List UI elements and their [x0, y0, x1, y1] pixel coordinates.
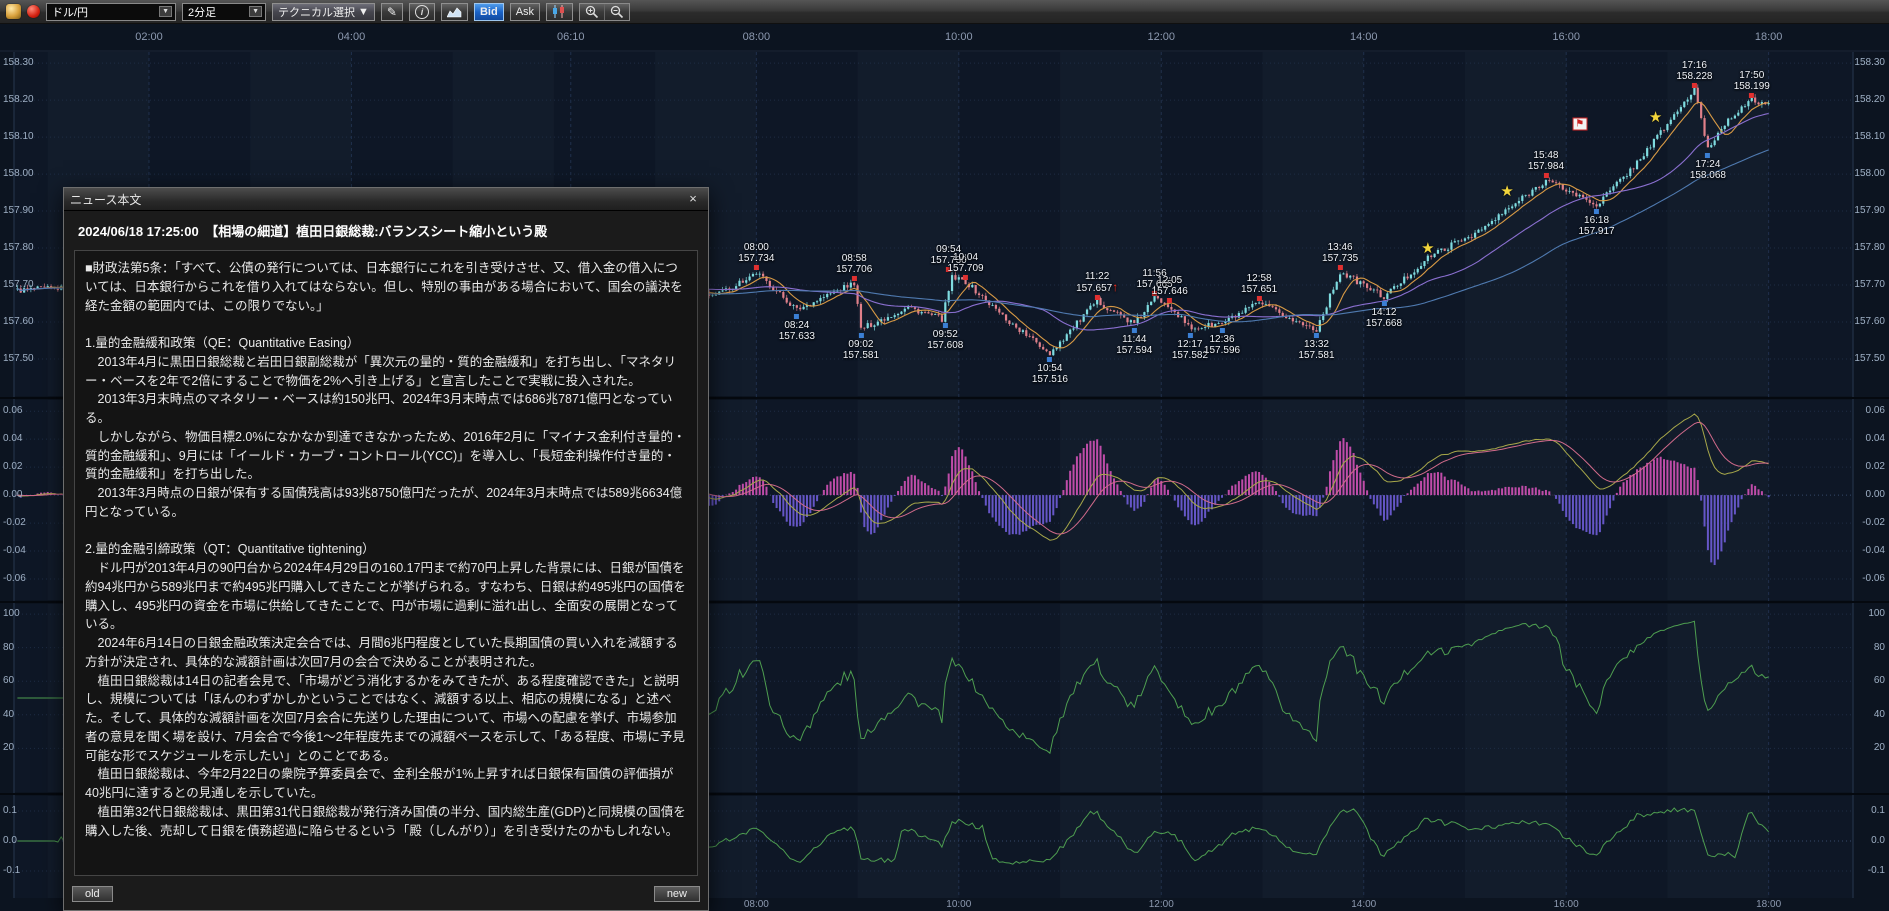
toolbar: ドル/円 ▼ 2分足 ▼ テクニカル選択 ▼ ✎ i Bid Ask	[0, 0, 1889, 24]
candle-chart-icon	[552, 5, 567, 18]
new-button[interactable]: new	[654, 886, 700, 902]
timeframe-selector-label: 2分足	[188, 4, 216, 20]
app-logo-icon	[6, 4, 21, 19]
timeframe-selector[interactable]: 2分足 ▼	[182, 3, 266, 21]
technical-select-button[interactable]: テクニカル選択 ▼	[272, 3, 375, 21]
bid-button[interactable]: Bid	[474, 3, 504, 21]
news-window-title: ニュース本文	[70, 191, 141, 208]
zoom-in-icon	[585, 5, 599, 19]
pencil-icon: ✎	[387, 6, 397, 18]
zoom-out-button[interactable]	[604, 4, 629, 20]
info-icon: i	[415, 5, 429, 19]
area-chart-button[interactable]	[441, 3, 468, 21]
info-button[interactable]: i	[409, 3, 435, 21]
chevron-down-icon: ▼	[249, 6, 262, 17]
news-headline: 2024/06/18 17:25:00 【相場の細道】植田日銀総裁:バランスシー…	[64, 211, 708, 248]
ask-button[interactable]: Ask	[510, 3, 540, 21]
close-icon[interactable]: ×	[684, 191, 702, 207]
chevron-down-icon: ▼	[358, 6, 369, 18]
draw-button[interactable]: ✎	[381, 3, 403, 21]
old-button[interactable]: old	[72, 886, 113, 902]
technical-select-label: テクニカル選択	[278, 4, 355, 20]
pair-selector-label: ドル/円	[52, 4, 88, 20]
news-window: ニュース本文 × 2024/06/18 17:25:00 【相場の細道】植田日銀…	[63, 187, 709, 911]
pair-selector[interactable]: ドル/円 ▼	[46, 3, 176, 21]
zoom-out-icon	[610, 5, 624, 19]
red-circle-icon	[27, 5, 40, 18]
chevron-down-icon: ▼	[159, 6, 172, 17]
zoom-in-button[interactable]	[580, 4, 604, 20]
news-footer: old new	[64, 882, 708, 910]
area-chart-icon	[447, 6, 462, 18]
candle-chart-button[interactable]	[546, 3, 573, 21]
news-titlebar[interactable]: ニュース本文 ×	[64, 188, 708, 211]
trading-app: 02:0004:0006:1008:0010:0012:0014:0016:00…	[0, 0, 1889, 911]
news-body-text[interactable]: ■財政法第5条：「すべて、公債の発行については、日本銀行にこれを引き受けさせ、又…	[74, 250, 698, 876]
zoom-group	[579, 3, 630, 21]
